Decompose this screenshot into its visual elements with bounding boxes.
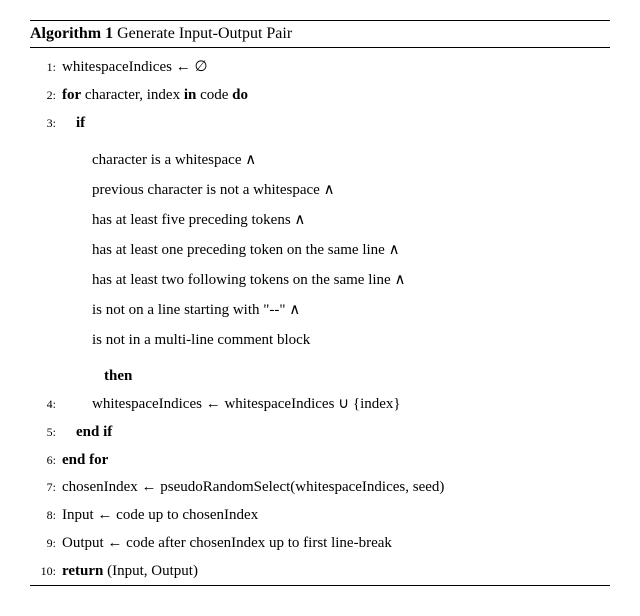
line-number: 10: — [30, 560, 56, 582]
condition: is not in a multi-line comment block — [92, 325, 610, 355]
line-number: 9: — [30, 532, 56, 554]
line-text: Output ← code after chosenIndex up to fi… — [56, 530, 610, 558]
line-number: 1: — [30, 56, 56, 78]
line-number: 4: — [30, 393, 56, 415]
line-text: Input ← code up to chosenIndex — [56, 502, 610, 530]
line-text: end for — [56, 447, 610, 475]
line-text: for character, index in code do — [56, 82, 610, 110]
algo-line: 8: Input ← code up to chosenIndex — [30, 502, 610, 530]
line-text: if — [56, 110, 610, 138]
algo-line: 7: chosenIndex ← pseudoRandomSelect(whit… — [30, 474, 610, 502]
keyword-endif: end if — [76, 424, 112, 440]
algorithm-number: Algorithm 1 — [30, 25, 113, 42]
bottom-rule — [30, 585, 610, 586]
algo-line: 5: end if — [30, 419, 610, 447]
condition: has at least two following tokens on the… — [92, 265, 610, 295]
line-text: return (Input, Output) — [56, 558, 610, 586]
algo-line: 4: whitespaceIndices ← whitespaceIndices… — [30, 391, 610, 419]
keyword-if: if — [76, 115, 85, 131]
algo-line: 10: return (Input, Output) — [30, 558, 610, 586]
keyword-endfor: end for — [62, 452, 108, 468]
condition-block: character is a whitespace ∧ previous cha… — [30, 137, 610, 363]
algo-line: 9: Output ← code after chosenIndex up to… — [30, 530, 610, 558]
algo-line: 1: whitespaceIndices ← ∅ — [30, 54, 610, 82]
condition: previous character is not a whitespace ∧ — [92, 175, 610, 205]
line-text: end if — [56, 419, 610, 447]
line-number: 8: — [30, 504, 56, 526]
algo-line: 3: if — [30, 110, 610, 138]
line-number: 6: — [30, 449, 56, 471]
algo-line: then — [30, 363, 610, 391]
keyword-do: do — [232, 87, 248, 103]
line-number: 5: — [30, 421, 56, 443]
line-number: 7: — [30, 476, 56, 498]
condition: is not on a line starting with "--" ∧ — [92, 295, 610, 325]
algorithm-body: 1: whitespaceIndices ← ∅ 2: for characte… — [30, 48, 610, 585]
algorithm-title: Algorithm 1 Generate Input-Output Pair — [30, 21, 610, 47]
keyword-then: then — [104, 368, 132, 384]
line-text: then — [56, 363, 610, 391]
keyword-in: in — [184, 87, 197, 103]
return-value: (Input, Output) — [107, 563, 198, 579]
line-text: chosenIndex ← pseudoRandomSelect(whitesp… — [56, 474, 610, 502]
line-number: 2: — [30, 84, 56, 106]
keyword-return: return — [62, 563, 103, 579]
keyword-for: for — [62, 87, 81, 103]
condition: has at least one preceding token on the … — [92, 235, 610, 265]
line-text: whitespaceIndices ← whitespaceIndices ∪ … — [56, 391, 610, 419]
line-number: 3: — [30, 112, 56, 134]
condition: has at least five preceding tokens ∧ — [92, 205, 610, 235]
algorithm-name: Generate Input-Output Pair — [117, 25, 292, 42]
line-text: whitespaceIndices ← ∅ — [56, 54, 610, 82]
algo-line: 2: for character, index in code do — [30, 82, 610, 110]
for-vars: character, index — [85, 87, 180, 103]
for-iter: code — [200, 87, 228, 103]
condition: character is a whitespace ∧ — [92, 145, 610, 175]
algorithm-block: Algorithm 1 Generate Input-Output Pair 1… — [0, 0, 640, 606]
algo-line: 6: end for — [30, 447, 610, 475]
